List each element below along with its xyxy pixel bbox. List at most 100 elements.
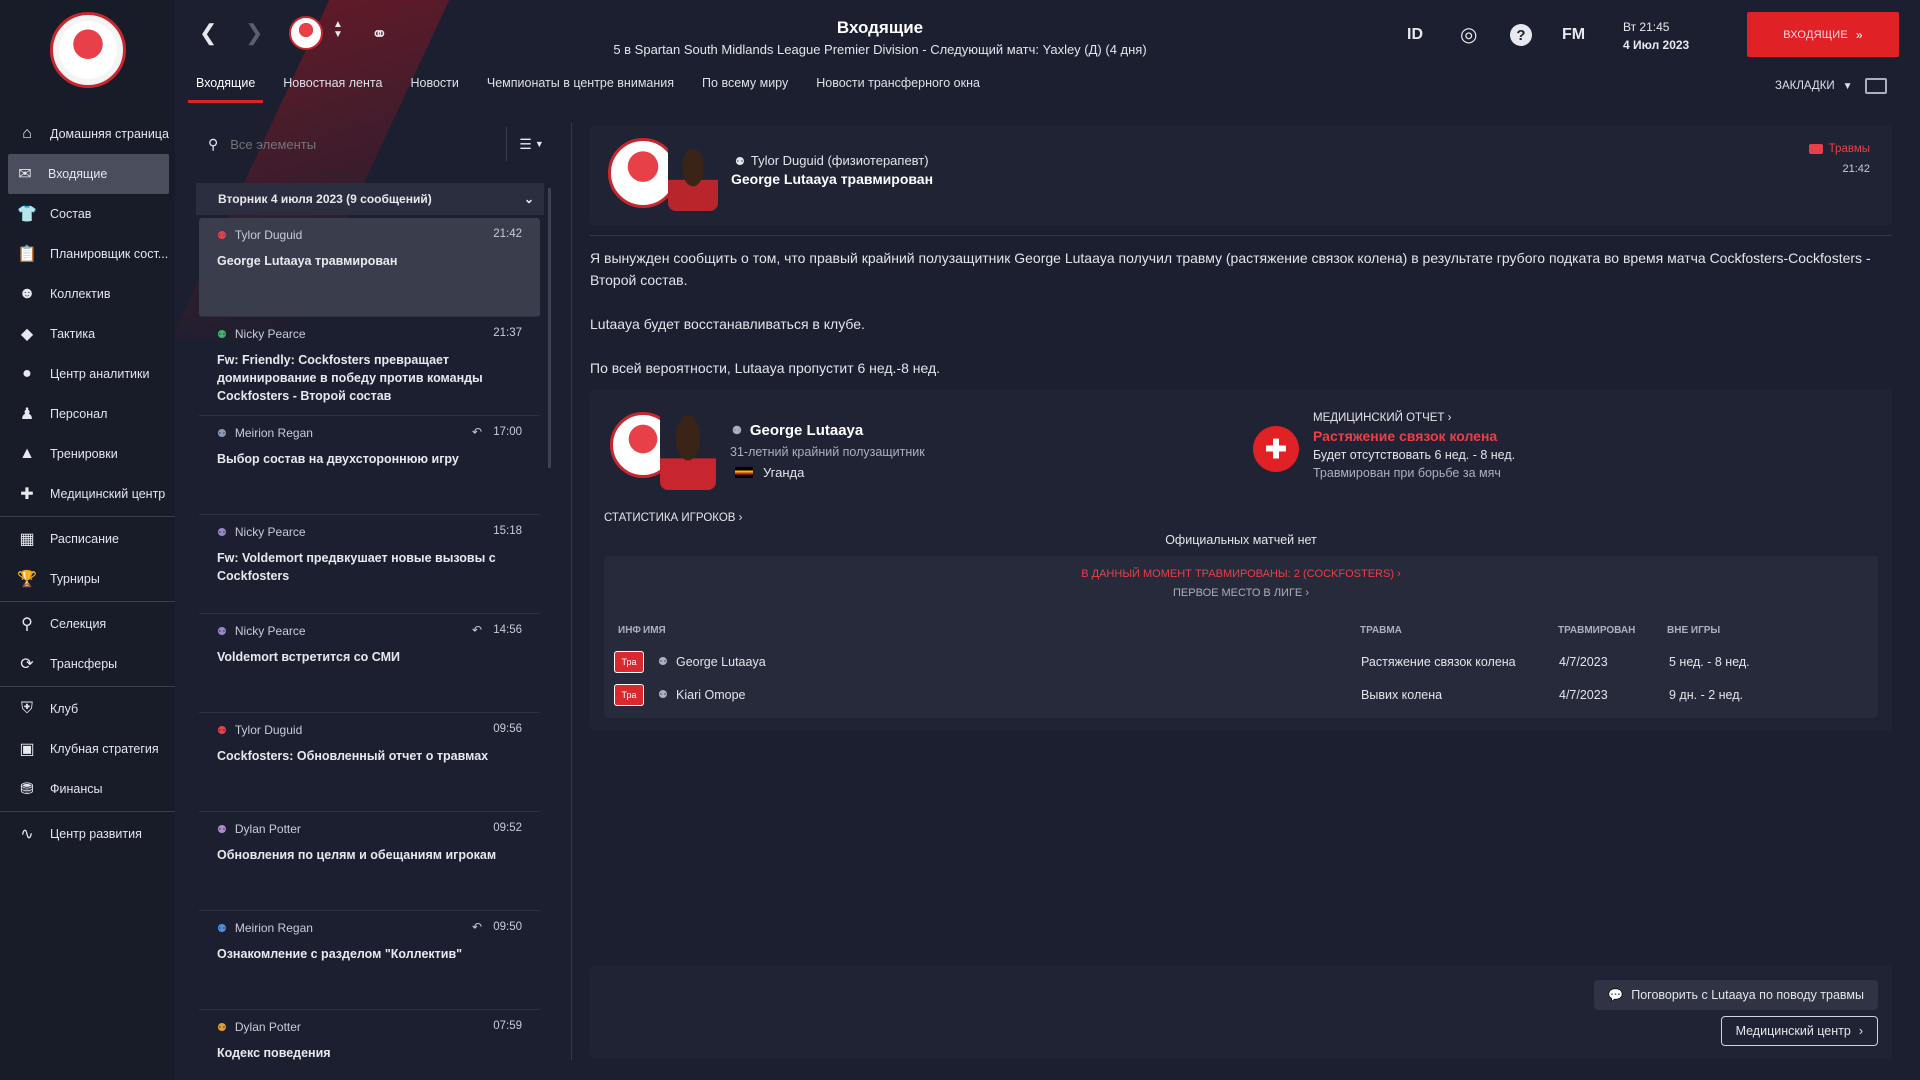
sidebar-item[interactable]: ☻ Коллектив <box>0 274 175 314</box>
sidebar-item[interactable]: ◆ Тактика <box>0 314 175 354</box>
id-button[interactable]: ID <box>1407 26 1423 44</box>
transfer-icon: ⟳ <box>20 656 34 673</box>
message-item[interactable]: ⚉ Nicky Pearce 14:56 ↶ Voldemort встретится … <box>199 614 540 713</box>
uganda-flag-icon <box>735 467 753 478</box>
sidebar-item[interactable]: ▣ Клубная стратегия <box>0 729 175 769</box>
topbar: ❮ ❯ ▲ ▼ ⚭ Входящие 5 в Spartan South Midl… <box>175 0 1920 70</box>
bookmarks[interactable]: ЗАКЛАДКИ ▼ <box>1775 78 1887 94</box>
message-subject: George Lutaaya травмирован <box>217 254 398 268</box>
message-list: ⚉ Tylor Duguid 21:42 George Lutaaya травмир… <box>199 218 540 1080</box>
message-item[interactable]: ⚉ Nicky Pearce 21:37 Fw: Friendly: Cockfost… <box>199 317 540 416</box>
column-header-out[interactable]: ВНЕ ИГРЫ <box>1667 625 1720 636</box>
sidebar-item[interactable]: ∿ Центр развития <box>0 814 175 854</box>
player-nation[interactable]: Уганда <box>735 465 804 480</box>
message-item[interactable]: ⚉ Tylor Duguid 21:42 George Lutaaya травмир… <box>199 218 540 317</box>
filter-menu-button[interactable]: ☰ ▼ <box>506 127 556 161</box>
sidebar-item-label: Планировщик сост... <box>50 247 169 261</box>
person-icon: ⚉ <box>732 425 742 437</box>
page-subtitle: 5 в Spartan South Midlands League Premie… <box>613 42 1147 57</box>
message-item[interactable]: ⚉ Dylan Potter 07:59 Кодекс поведения <box>199 1010 540 1080</box>
message-time: 09:56 <box>493 723 522 735</box>
message-time: 17:00 <box>493 426 522 438</box>
search-input[interactable] <box>230 136 471 152</box>
sidebar-item[interactable]: ✚ Медицинский центр <box>0 474 175 514</box>
sidebar-item[interactable]: 👕 Состав <box>0 194 175 234</box>
column-header-injury[interactable]: ТРАВМА <box>1360 625 1402 636</box>
tab[interactable]: Новости трансферного окна <box>808 76 988 103</box>
tab[interactable]: Входящие <box>188 76 264 103</box>
message-from-name: Nicky Pearce <box>234 327 306 341</box>
header-divider <box>590 235 1892 236</box>
tab[interactable]: Новости <box>402 76 466 103</box>
sidebar-item-label: Домашняя страница <box>50 127 169 141</box>
table-row[interactable]: Тра Kiari Omope Вывих колена 4/7/2023 9 дн. … <box>604 681 1878 711</box>
message-item[interactable]: ⚉ Nicky Pearce 15:18 Fw: Voldemort предвкуш… <box>199 515 540 614</box>
shield-icon: ⛨ <box>20 700 33 717</box>
message-time: 15:18 <box>493 525 522 537</box>
medical-center-button[interactable]: Медицинский центр › <box>1720 1016 1878 1046</box>
message-paragraph: Я вынужден сообщить о том, что правый кр… <box>590 250 1871 288</box>
table-row[interactable]: Тра George Lutaaya Растяжение связок колен… <box>604 648 1878 678</box>
globe-icon[interactable]: ◎ <box>1460 22 1477 47</box>
sidebar-item-label: Входящие <box>48 167 108 181</box>
speech-bubble-icon: 💬 <box>1608 988 1624 1002</box>
injured-player-name[interactable]: George Lutaaya <box>676 655 766 669</box>
clipboard-icon: 📋 <box>17 246 37 263</box>
injured-players-box: В ДАННЫЙ МОМЕНТ ТРАВМИРОВАНЫ: 2 (COCKFOS… <box>604 556 1878 718</box>
sidebar-item-label: Персонал <box>50 407 108 421</box>
sidebar-item[interactable]: ⛨ Клуб <box>0 689 175 729</box>
sidebar-item[interactable]: ▦ Расписание <box>0 519 175 559</box>
sidebar-item-label: Тактика <box>50 327 96 341</box>
medical-report-link[interactable]: МЕДИЦИНСКИЙ ОТЧЕТ › <box>1313 412 1452 424</box>
player-description: 31-летний крайний полузащитник <box>730 445 925 459</box>
injured-player-name[interactable]: Kiari Omope <box>676 688 745 702</box>
sidebar-item[interactable]: ⟳ Трансферы <box>0 644 175 684</box>
player-name[interactable]: ⚉ George Lutaaya <box>732 422 863 439</box>
finance-icon: ⛃ <box>20 781 34 798</box>
continue-button[interactable]: ВХОДЯЩИЕ » <box>1747 12 1899 57</box>
sidebar-item[interactable]: ⚲ Селекция <box>0 604 175 644</box>
sidebar-item[interactable]: ♟ Персонал <box>0 394 175 434</box>
message-sender[interactable]: ⚉ Tylor Duguid (физиотерапевт) <box>735 153 929 168</box>
sidebar-item[interactable]: 📋 Планировщик сост... <box>0 234 175 274</box>
sidebar-item[interactable]: 🏆 Турниры <box>0 559 175 599</box>
column-header-name[interactable]: ИМЯ <box>643 625 666 636</box>
sidebar-item-label: Расписание <box>50 532 119 546</box>
message-item[interactable]: ⚉ Dylan Potter 09:52 Обновления по целям и … <box>199 812 540 911</box>
tab[interactable]: Новостная лента <box>275 76 390 103</box>
column-header-inf[interactable]: ИНФ <box>618 625 641 636</box>
date-time: Вт 21:45 4 Июл 2023 <box>1623 18 1689 54</box>
sidebar-item[interactable]: ⌂ Домашняя страница <box>0 114 175 154</box>
sidebar-item[interactable]: ▲ Тренировки <box>0 434 175 474</box>
injured-now-link[interactable]: В ДАННЫЙ МОМЕНТ ТРАВМИРОВАНЫ: 2 (COCKFOS… <box>604 568 1878 580</box>
day-group-header[interactable]: Вторник 4 июля 2023 (9 сообщений) ⌄ <box>196 183 544 215</box>
column-header-injured[interactable]: ТРАВМИРОВАН <box>1558 625 1635 636</box>
chevron-right-icon: › <box>1447 412 1452 424</box>
injury-date: 4/7/2023 <box>1559 688 1608 702</box>
player-portrait[interactable] <box>660 410 716 490</box>
person-icon: ⚉ <box>658 689 668 701</box>
first-place-link[interactable]: ПЕРВОЕ МЕСТО В ЛИГЕ › <box>604 587 1878 599</box>
injury-absence: Будет отсутствовать 6 нед. - 8 нед. <box>1313 448 1516 462</box>
sidebar-separator <box>0 686 175 687</box>
list-scrollbar[interactable] <box>548 188 551 468</box>
message-item[interactable]: ⚉ Tylor Duguid 09:56 Cockfosters: Обновленн… <box>199 713 540 812</box>
monitor-icon[interactable] <box>1864 78 1887 94</box>
message-item[interactable]: ⚉ Meirion Regan 17:00 ↶ Выбор состав на двух… <box>199 416 540 515</box>
message-item[interactable]: ⚉ Meirion Regan 09:50 ↶ Ознакомление с разде… <box>199 911 540 1010</box>
club-logo[interactable] <box>50 12 126 88</box>
inbox-icon: ✉ <box>18 166 32 183</box>
tab[interactable]: По всему миру <box>694 76 796 103</box>
sidebar-item[interactable]: ✉ Входящие <box>8 154 169 194</box>
tab[interactable]: Чемпионаты в центре внимания <box>479 76 682 103</box>
help-icon[interactable]: ? <box>1510 24 1532 46</box>
sidebar-item[interactable]: ● Центр аналитики <box>0 354 175 394</box>
message-from: ⚉ Dylan Potter <box>217 1020 522 1034</box>
sidebar-item[interactable]: ⛃ Финансы <box>0 769 175 809</box>
player-stats-link[interactable]: СТАТИСТИКА ИГРОКОВ › <box>604 512 743 524</box>
message-subject: Voldemort встретится со СМИ <box>217 650 401 664</box>
talk-about-injury-button[interactable]: 💬 Поговорить с Lutaaya по поводу травмы <box>1594 980 1878 1010</box>
injury-duration: 5 нед. - 8 нед. <box>1669 655 1750 669</box>
fm-menu-button[interactable]: FM <box>1562 26 1585 44</box>
search-bar[interactable]: ⚲ <box>196 123 506 165</box>
